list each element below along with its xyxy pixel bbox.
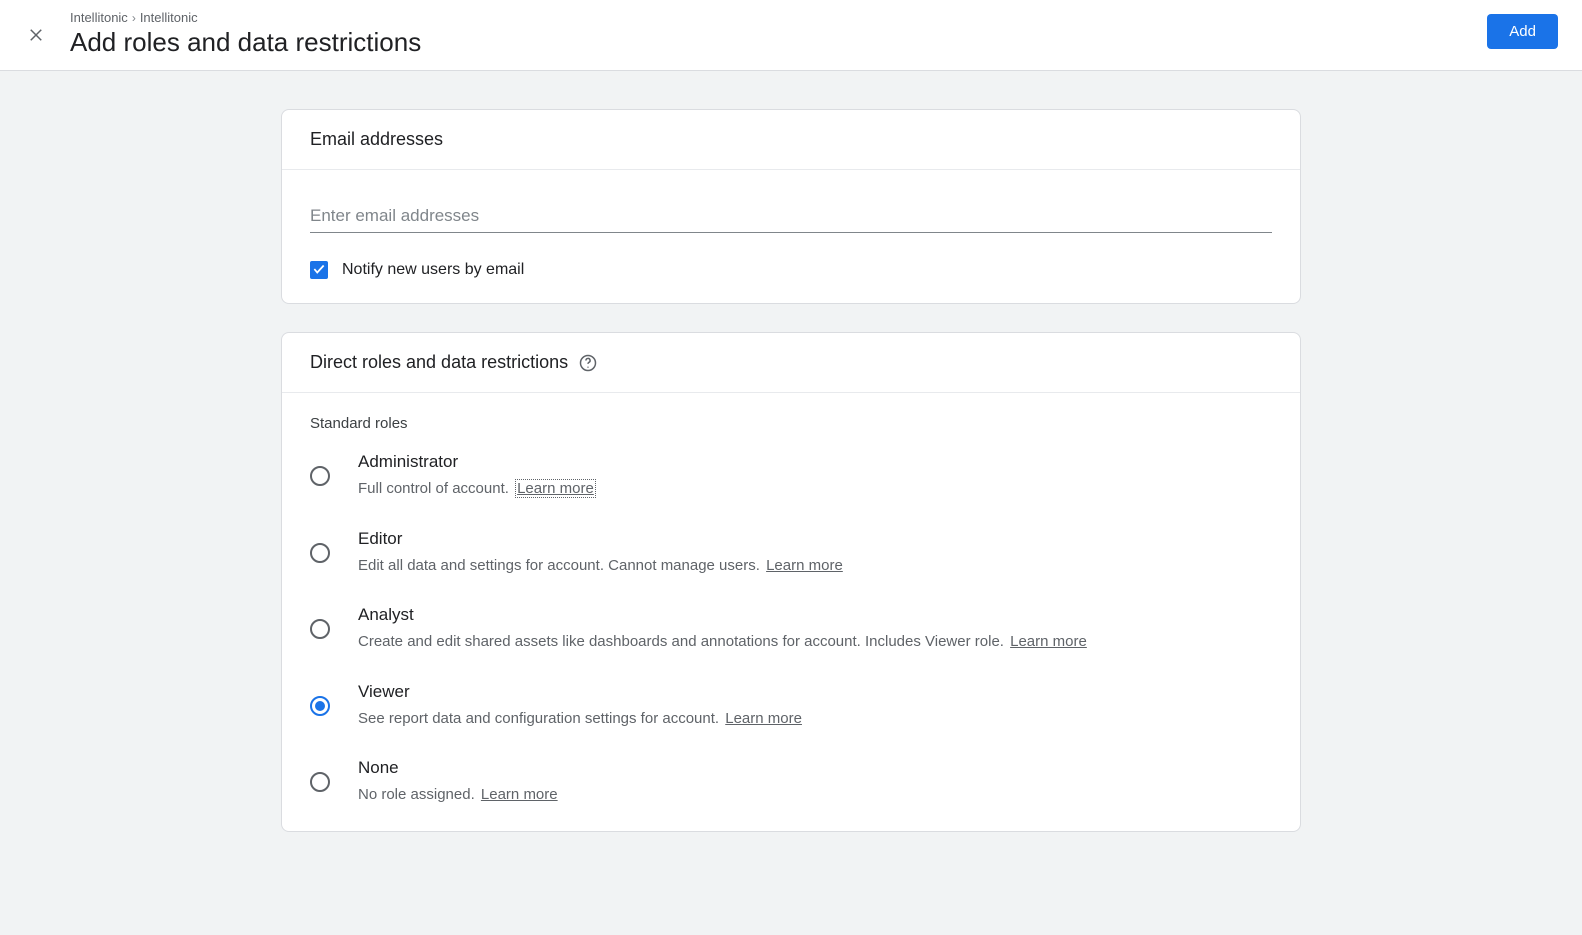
role-desc: No role assigned. Learn more [358, 784, 1272, 807]
email-card: Email addresses Notify new users by emai… [281, 109, 1301, 304]
notify-checkbox[interactable] [310, 261, 328, 279]
roles-section-title: Direct roles and data restrictions [310, 352, 568, 373]
role-radio-none[interactable] [310, 772, 330, 792]
role-desc: Full control of account. Learn more [358, 478, 1272, 501]
role-desc: Edit all data and settings for account. … [358, 555, 1272, 578]
role-text: None No role assigned. Learn more [358, 758, 1272, 807]
role-name: Editor [358, 529, 1272, 549]
roles-card-body: Standard roles Administrator Full contro… [282, 393, 1300, 831]
help-icon[interactable] [578, 353, 598, 373]
header-left: Intellitonic › Intellitonic Add roles an… [24, 10, 421, 58]
standard-roles-heading: Standard roles [310, 415, 1272, 432]
check-icon [312, 262, 326, 279]
role-option-administrator: Administrator Full control of account. L… [310, 452, 1272, 501]
role-option-none: None No role assigned. Learn more [310, 758, 1272, 807]
role-name: Administrator [358, 452, 1272, 472]
role-text: Editor Edit all data and settings for ac… [358, 529, 1272, 578]
role-radio-editor[interactable] [310, 543, 330, 563]
role-option-viewer: Viewer See report data and configuration… [310, 682, 1272, 731]
role-text: Administrator Full control of account. L… [358, 452, 1272, 501]
notify-label[interactable]: Notify new users by email [342, 261, 524, 279]
content: Email addresses Notify new users by emai… [261, 109, 1321, 900]
email-card-body: Notify new users by email [282, 170, 1300, 303]
role-radio-administrator[interactable] [310, 466, 330, 486]
learn-more-link[interactable]: Learn more [1010, 633, 1087, 650]
learn-more-link[interactable]: Learn more [725, 710, 802, 727]
email-section-title: Email addresses [310, 129, 443, 150]
close-icon [27, 26, 45, 47]
learn-more-link[interactable]: Learn more [766, 557, 843, 574]
page-header: Intellitonic › Intellitonic Add roles an… [0, 0, 1582, 71]
notify-checkbox-row: Notify new users by email [310, 261, 1272, 279]
breadcrumb: Intellitonic › Intellitonic [70, 10, 421, 25]
role-text: Analyst Create and edit shared assets li… [358, 605, 1272, 654]
role-option-analyst: Analyst Create and edit shared assets li… [310, 605, 1272, 654]
role-name: None [358, 758, 1272, 778]
role-radio-analyst[interactable] [310, 619, 330, 639]
roles-card-header: Direct roles and data restrictions [282, 333, 1300, 393]
roles-card: Direct roles and data restrictions Stand… [281, 332, 1301, 832]
chevron-right-icon: › [132, 11, 136, 25]
title-block: Intellitonic › Intellitonic Add roles an… [70, 10, 421, 58]
role-text: Viewer See report data and configuration… [358, 682, 1272, 731]
role-option-editor: Editor Edit all data and settings for ac… [310, 529, 1272, 578]
role-radio-viewer[interactable] [310, 696, 330, 716]
email-card-header: Email addresses [282, 110, 1300, 170]
role-desc: Create and edit shared assets like dashb… [358, 631, 1272, 654]
email-input-wrap [310, 192, 1272, 233]
email-input[interactable] [310, 192, 1272, 233]
breadcrumb-item[interactable]: Intellitonic [140, 10, 198, 25]
breadcrumb-item[interactable]: Intellitonic [70, 10, 128, 25]
role-name: Viewer [358, 682, 1272, 702]
learn-more-link[interactable]: Learn more [515, 479, 596, 498]
learn-more-link[interactable]: Learn more [481, 786, 558, 803]
page-title: Add roles and data restrictions [70, 27, 421, 58]
add-button[interactable]: Add [1487, 14, 1558, 49]
role-name: Analyst [358, 605, 1272, 625]
close-button[interactable] [24, 24, 48, 48]
role-desc: See report data and configuration settin… [358, 708, 1272, 731]
